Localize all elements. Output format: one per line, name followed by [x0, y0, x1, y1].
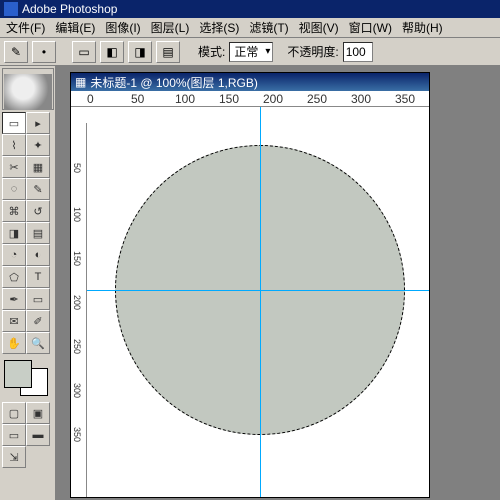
opacity-label: 不透明度:	[287, 43, 338, 60]
slice-tool[interactable]: ▦	[26, 156, 50, 178]
preset-1-button[interactable]: ▭	[72, 41, 96, 63]
opacity-input[interactable]: 100	[343, 42, 373, 62]
menu-bar: 文件(F) 编辑(E) 图像(I) 图层(L) 选择(S) 滤镜(T) 视图(V…	[0, 18, 500, 38]
move-tool[interactable]: ▸	[26, 112, 50, 134]
menu-filter[interactable]: 滤镜(T)	[245, 19, 292, 36]
horizontal-ruler[interactable]: 0 50 100 150 200 250 300 350	[71, 91, 429, 107]
menu-view[interactable]: 视图(V)	[295, 19, 343, 36]
menu-window[interactable]: 窗口(W)	[345, 19, 396, 36]
doc-icon: ▦	[75, 75, 86, 89]
brush-picker-button[interactable]: •	[32, 41, 56, 63]
title-bar: Adobe Photoshop	[0, 0, 500, 18]
mask-quick-button[interactable]: ▣	[26, 402, 50, 424]
preset-2-button[interactable]: ◧	[100, 41, 124, 63]
fg-color[interactable]	[4, 360, 32, 388]
dodge-tool[interactable]: ◐	[26, 244, 50, 266]
preset-3-button[interactable]: ◨	[128, 41, 152, 63]
menu-layer[interactable]: 图层(L)	[147, 19, 194, 36]
marquee-tool[interactable]: ▭	[2, 112, 26, 134]
path-tool[interactable]: ⬠	[2, 266, 26, 288]
screen-std-button[interactable]: ▭	[2, 424, 26, 446]
zoom-tool[interactable]: 🔍	[26, 332, 50, 354]
menu-select[interactable]: 选择(S)	[195, 19, 243, 36]
vertical-ruler[interactable]: 50 100 150 200 250 300 350	[71, 123, 87, 497]
brush-preset-button[interactable]: ✎	[4, 41, 28, 63]
screen-full-button[interactable]: ▬	[26, 424, 50, 446]
canvas[interactable]	[87, 107, 429, 497]
preset-4-button[interactable]: ▤	[156, 41, 180, 63]
app-icon	[4, 2, 18, 16]
mask-std-button[interactable]: ▢	[2, 402, 26, 424]
vertical-guide[interactable]	[260, 107, 261, 497]
menu-file[interactable]: 文件(F)	[2, 19, 49, 36]
app-title: Adobe Photoshop	[22, 2, 117, 16]
eyedrop-tool[interactable]: ✐	[26, 310, 50, 332]
crop-tool[interactable]: ✂	[2, 156, 26, 178]
eraser-tool[interactable]: ◨	[2, 222, 26, 244]
color-swatch[interactable]	[2, 358, 50, 398]
jump-button[interactable]: ⇲	[2, 446, 26, 468]
shape-tool[interactable]: ▭	[26, 288, 50, 310]
mode-select[interactable]: 正常	[229, 42, 273, 62]
mode-label: 模式:	[198, 43, 225, 60]
menu-help[interactable]: 帮助(H)	[398, 19, 447, 36]
pen-tool[interactable]: ✒	[2, 288, 26, 310]
wand-tool[interactable]: ✦	[26, 134, 50, 156]
type-tool[interactable]: T	[26, 266, 50, 288]
hand-tool[interactable]: ✋	[2, 332, 26, 354]
lasso-tool[interactable]: ⌇	[2, 134, 26, 156]
document-title: 未标题-1 @ 100%(图层 1,RGB)	[90, 74, 258, 91]
navigator-thumb[interactable]	[2, 68, 54, 110]
document-window: ▦ 未标题-1 @ 100%(图层 1,RGB) 0 50 100 150 20…	[70, 72, 430, 498]
document-title-bar[interactable]: ▦ 未标题-1 @ 100%(图层 1,RGB)	[71, 73, 429, 91]
menu-image[interactable]: 图像(I)	[101, 19, 144, 36]
notes-tool[interactable]: ✉	[2, 310, 26, 332]
stamp-tool[interactable]: ⌘	[2, 200, 26, 222]
heal-tool[interactable]: ◌	[2, 178, 26, 200]
workspace: ▦ 未标题-1 @ 100%(图层 1,RGB) 0 50 100 150 20…	[56, 66, 500, 500]
menu-edit[interactable]: 编辑(E)	[51, 19, 99, 36]
toolbox: ▭▸ ⌇✦ ✂▦ ◌✎ ⌘↺ ◨▤ ◔◐ ⬠T ✒▭ ✉✐ ✋🔍 ▢▣ ▭▬ ⇲	[0, 66, 56, 500]
history-tool[interactable]: ↺	[26, 200, 50, 222]
options-bar: ✎ • ▭ ◧ ◨ ▤ 模式: 正常 不透明度: 100	[0, 38, 500, 66]
gradient-tool[interactable]: ▤	[26, 222, 50, 244]
brush-tool[interactable]: ✎	[26, 178, 50, 200]
blur-tool[interactable]: ◔	[2, 244, 26, 266]
horizontal-guide[interactable]	[87, 290, 429, 291]
